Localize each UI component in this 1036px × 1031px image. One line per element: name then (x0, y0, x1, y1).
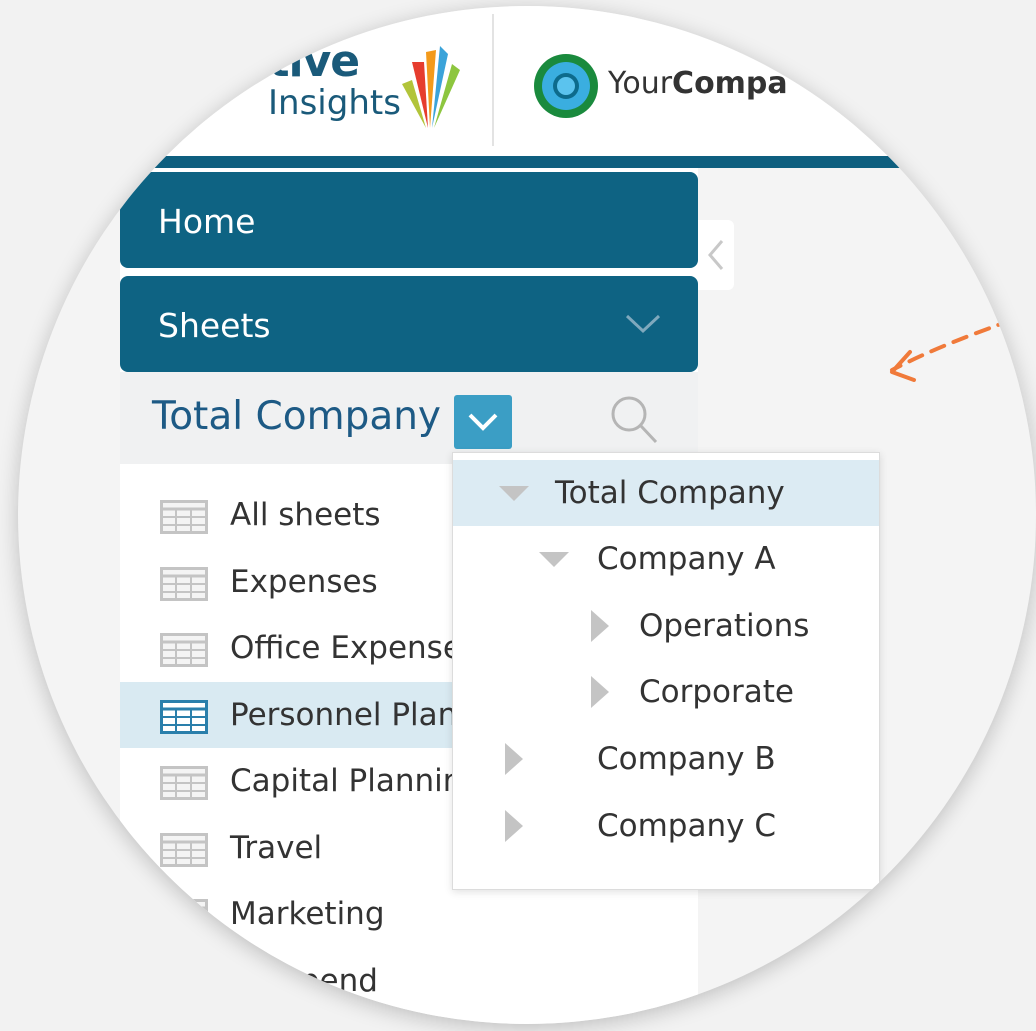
dropdown-item-company-c[interactable]: Company C (453, 793, 879, 859)
caret-right-icon (505, 810, 523, 842)
caret-right-icon (591, 676, 609, 708)
zoom-circle: ptive Insights YourCompa Home Sheets Tot… (18, 6, 1036, 1024)
sheet-row[interactable]: Marketing (120, 881, 698, 948)
grid-icon (160, 566, 208, 601)
nav-sheets-label: Sheets (158, 306, 271, 345)
level-dropdown-button[interactable] (454, 395, 512, 449)
level-filter-bar: Total Company (120, 372, 698, 464)
dropdown-item-label: Company B (597, 741, 776, 777)
header-divider (492, 14, 494, 146)
nav-home-button[interactable]: Home (120, 172, 698, 268)
adaptive-insights-logo[interactable]: ptive Insights (238, 40, 468, 130)
grid-icon (160, 633, 208, 667)
your-company-logo: YourCompa (532, 50, 832, 122)
nav-home-label: Home (158, 202, 256, 241)
sheet-label: lor Spend (230, 962, 378, 999)
level-title: Total Company (152, 394, 442, 439)
chevron-down-icon (625, 314, 661, 334)
search-icon[interactable] (608, 392, 660, 446)
grid-icon (160, 832, 208, 867)
sheet-label: All sheets (230, 497, 381, 533)
grid-icon (160, 699, 208, 734)
sheet-label: Capital Plannin (230, 763, 463, 799)
grid-icon (160, 500, 208, 534)
annotation-arrow-icon (890, 310, 1036, 382)
caret-down-icon (499, 486, 529, 501)
dropdown-item-label: Company C (597, 808, 776, 844)
company-name-prefix: Your (608, 66, 673, 101)
dropdown-item-label: Total Company (555, 475, 785, 511)
dropdown-item-label: Corporate (639, 674, 794, 710)
company-name: YourCompa (608, 68, 788, 100)
logo-text-line2: Insights (268, 83, 401, 123)
sidebar-collapse-tab[interactable] (698, 220, 734, 290)
grid-icon (160, 899, 208, 933)
header-bottom-bar (18, 156, 1036, 168)
dropdown-item-total-company[interactable]: Total Company (453, 460, 879, 526)
caret-right-icon (505, 743, 523, 775)
caret-right-icon (591, 610, 609, 642)
chevron-left-icon (708, 240, 724, 270)
app-header: ptive Insights YourCompa (18, 6, 1036, 156)
company-ring-icon (534, 54, 598, 118)
sheet-label: Expenses (230, 563, 378, 600)
logo-text-line1: ptive (238, 36, 360, 87)
dropdown-item-company-b[interactable]: Company B (453, 726, 879, 792)
company-name-bold: Compa (672, 66, 788, 101)
dropdown-item-corporate[interactable]: Corporate (453, 659, 879, 725)
dropdown-item-operations[interactable]: Operations (453, 593, 879, 659)
grid-icon (160, 766, 208, 800)
nav-sheets-button[interactable]: Sheets (120, 276, 698, 372)
sheet-label: Travel (230, 829, 323, 866)
level-dropdown-menu: Total Company Company A Operations Corpo… (452, 452, 880, 890)
caret-down-icon (539, 552, 569, 567)
sheet-label: Office Expense (230, 630, 462, 666)
sheet-label: Marketing (230, 896, 385, 932)
dropdown-item-company-a[interactable]: Company A (453, 526, 879, 592)
sheet-row[interactable]: lor Spend (120, 948, 698, 1015)
dropdown-item-label: Operations (639, 608, 810, 644)
dropdown-item-label: Company A (597, 541, 776, 577)
sheet-label: Personnel Plan (230, 696, 458, 733)
chevron-down-icon (468, 413, 498, 431)
logo-mark-icon (402, 46, 460, 128)
